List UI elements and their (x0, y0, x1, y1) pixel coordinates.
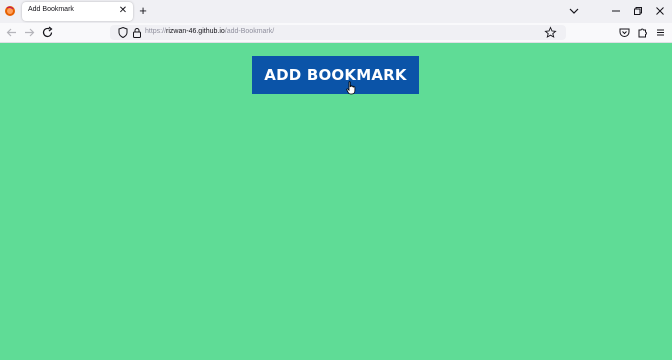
forward-arrow-icon[interactable] (23, 26, 36, 39)
bookmark-star-icon[interactable] (544, 26, 557, 39)
navigation-bar: https://rizwan-46.github.io/add-Bookmark… (0, 23, 672, 43)
lock-icon[interactable] (131, 26, 143, 39)
hamburger-menu-icon[interactable] (654, 26, 667, 39)
back-arrow-icon[interactable] (5, 26, 18, 39)
tab-title: Add Bookmark (28, 6, 74, 13)
url-scheme: https:// (145, 28, 167, 35)
url-text: https://rizwan-46.github.io/add-Bookmark… (145, 28, 274, 35)
minimize-icon[interactable] (609, 4, 623, 18)
address-bar[interactable]: https://rizwan-46.github.io/add-Bookmark… (110, 25, 566, 40)
pocket-icon[interactable] (618, 26, 631, 39)
chevron-down-icon[interactable] (568, 5, 580, 17)
window-close-icon[interactable] (653, 4, 667, 18)
add-bookmark-button[interactable]: ADD BOOKMARK (252, 56, 419, 94)
restore-icon[interactable] (631, 4, 645, 18)
tab-add-bookmark[interactable]: Add Bookmark ✕ (22, 2, 133, 21)
firefox-view-icon[interactable] (4, 5, 16, 17)
tab-close-icon[interactable]: ✕ (117, 5, 129, 17)
reload-icon[interactable] (41, 26, 54, 39)
url-host: rizwan-46.github.io (166, 28, 225, 35)
hand-cursor-icon (346, 81, 356, 95)
tab-strip: Add Bookmark ✕ + (0, 0, 672, 23)
extensions-puzzle-icon[interactable] (636, 26, 649, 39)
new-tab-icon[interactable]: + (136, 4, 150, 18)
url-path: /add-Bookmark/ (224, 28, 275, 35)
shield-icon[interactable] (117, 26, 129, 39)
